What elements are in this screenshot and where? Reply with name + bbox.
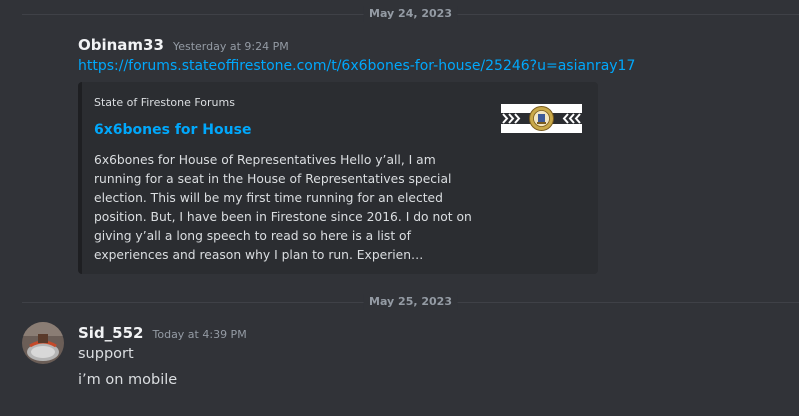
message-text: support bbox=[78, 346, 134, 362]
embed-title-link[interactable]: 6x6bones for House bbox=[94, 122, 251, 138]
username[interactable]: Sid_552 bbox=[78, 324, 144, 342]
message-header: Sid_552 Today at 4:39 PM bbox=[78, 324, 247, 342]
date-divider: May 25, 2023 bbox=[22, 294, 799, 310]
link-embed: State of Firestone Forums 6x6bones for H… bbox=[78, 82, 598, 274]
message-link[interactable]: https://forums.stateoffirestone.com/t/6x… bbox=[78, 58, 635, 74]
message-text: i’m on mobile bbox=[78, 372, 178, 388]
embed-provider: State of Firestone Forums bbox=[94, 96, 235, 109]
username[interactable]: Obinam33 bbox=[78, 36, 164, 54]
message-header: Obinam33 Yesterday at 9:24 PM bbox=[78, 36, 289, 54]
firestone-seal-banner-icon[interactable] bbox=[501, 104, 582, 133]
date-divider-label: May 24, 2023 bbox=[363, 6, 458, 22]
user-avatar-icon[interactable] bbox=[22, 322, 64, 364]
date-divider-label: May 25, 2023 bbox=[363, 294, 458, 310]
chat-view: May 24, 2023 Obinam33 Yesterday at 9:24 … bbox=[0, 0, 799, 416]
date-divider: May 24, 2023 bbox=[22, 6, 799, 22]
embed-description: 6x6bones for House of Representatives He… bbox=[94, 153, 472, 262]
timestamp[interactable]: Today at 4:39 PM bbox=[153, 328, 247, 341]
timestamp[interactable]: Yesterday at 9:24 PM bbox=[173, 40, 289, 53]
